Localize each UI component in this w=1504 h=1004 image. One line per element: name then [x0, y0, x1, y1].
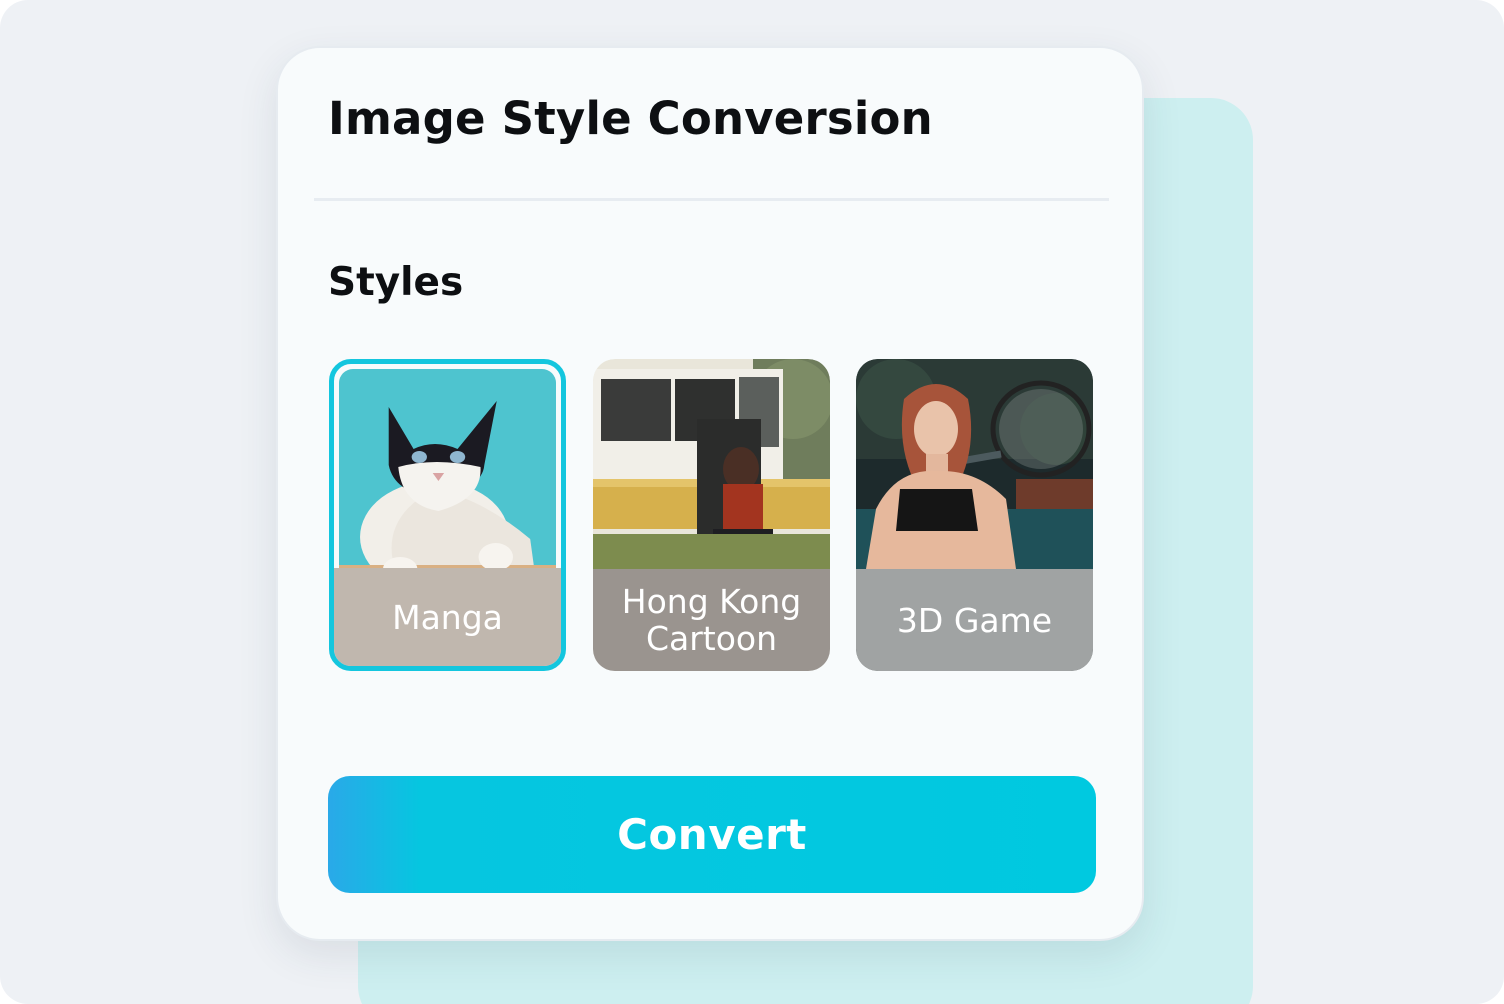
style-option-manga[interactable]: Manga: [329, 359, 566, 671]
card-title: Image Style Conversion: [328, 92, 933, 145]
style-option-label: Manga: [334, 568, 561, 666]
style-conversion-card: Image Style Conversion Styles Manga Hong…: [276, 46, 1144, 941]
style-option-3d-game[interactable]: 3D Game: [856, 359, 1093, 671]
header-divider: [314, 198, 1109, 201]
style-option-label: 3D Game: [856, 569, 1093, 671]
styles-section-label: Styles: [328, 260, 464, 305]
convert-button[interactable]: Convert: [328, 776, 1096, 893]
style-option-hong-kong-cartoon[interactable]: Hong Kong Cartoon: [593, 359, 830, 671]
style-options: Manga Hong Kong Cartoon 3D Game: [329, 359, 1099, 671]
app-canvas: Image Style Conversion Styles Manga Hong…: [0, 0, 1504, 1004]
style-option-label: Hong Kong Cartoon: [593, 569, 830, 671]
